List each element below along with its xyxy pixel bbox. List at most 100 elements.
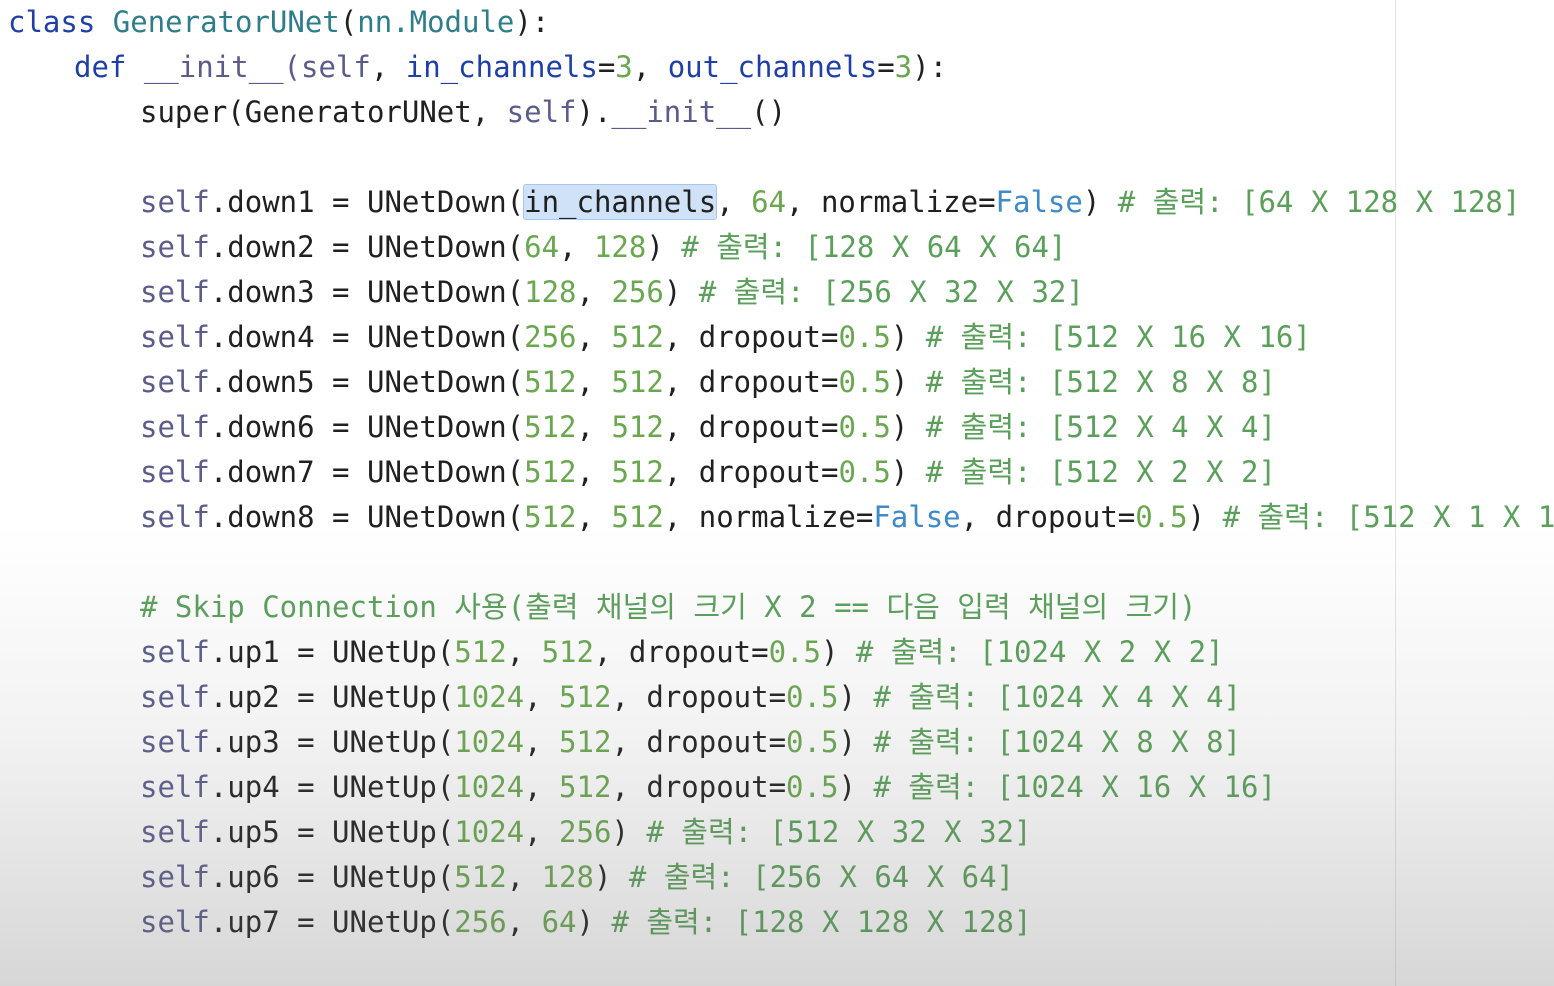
code-line[interactable]: self.down3 = UNetDown(128, 256) # 출력: [2… bbox=[8, 270, 1554, 315]
code-token: .down3 = UNetDown( bbox=[209, 275, 525, 309]
code-comment: # 출력: [1024 X 4 X 4] bbox=[873, 680, 1241, 714]
code-line[interactable]: self.up6 = UNetUp(512, 128) # 출력: [256 X… bbox=[8, 855, 1554, 900]
code-token: ) bbox=[890, 320, 926, 354]
code-number: 512 bbox=[454, 635, 507, 669]
code-number: 0.5 bbox=[786, 725, 839, 759]
code-keyword: in_channels bbox=[405, 50, 598, 84]
code-token: , bbox=[576, 320, 612, 354]
code-token: ) bbox=[890, 365, 926, 399]
code-token: ) bbox=[1082, 185, 1118, 219]
code-comment: # 출력: [1024 X 16 X 16] bbox=[873, 770, 1276, 804]
code-token: , bbox=[524, 680, 560, 714]
code-token: , dropout= bbox=[663, 455, 839, 489]
code-token: self bbox=[140, 185, 210, 219]
code-token: .down4 = UNetDown( bbox=[209, 320, 525, 354]
code-line[interactable]: self.down8 = UNetDown(512, 512, normaliz… bbox=[8, 495, 1554, 540]
code-token: .down7 = UNetDown( bbox=[209, 455, 525, 489]
code-comment: # 출력: [128 X 64 X 64] bbox=[681, 230, 1067, 264]
code-number: 512 bbox=[524, 365, 577, 399]
code-token: ) bbox=[820, 635, 856, 669]
code-line[interactable]: def __init__(self, in_channels=3, out_ch… bbox=[8, 45, 1554, 90]
code-token: .up5 = UNetUp( bbox=[209, 815, 455, 849]
code-line[interactable]: class GeneratorUNet(nn.Module): bbox=[8, 0, 1554, 45]
code-token: self bbox=[140, 680, 210, 714]
code-token: self bbox=[140, 365, 210, 399]
code-token: nn.Module bbox=[357, 5, 515, 39]
code-token: self bbox=[140, 635, 210, 669]
code-token: , bbox=[576, 500, 612, 534]
code-comment: # 출력: [64 X 128 X 128] bbox=[1117, 185, 1521, 219]
code-line[interactable]: self.down4 = UNetDown(256, 512, dropout=… bbox=[8, 315, 1554, 360]
code-token: , bbox=[524, 770, 560, 804]
code-keyword: out_channels bbox=[667, 50, 878, 84]
code-line[interactable]: self.up4 = UNetUp(1024, 512, dropout=0.5… bbox=[8, 765, 1554, 810]
code-token: ) bbox=[838, 770, 874, 804]
code-token: ). bbox=[576, 95, 612, 129]
code-token: .down2 = UNetDown( bbox=[209, 230, 525, 264]
code-number: 512 bbox=[611, 365, 664, 399]
code-token: False bbox=[873, 500, 961, 534]
code-line[interactable]: # Skip Connection 사용(출력 채널의 크기 X 2 == 다음… bbox=[8, 585, 1554, 630]
code-line[interactable]: self.down7 = UNetDown(512, 512, dropout=… bbox=[8, 450, 1554, 495]
code-number: 64 bbox=[751, 185, 787, 219]
code-token: super(GeneratorUNet, bbox=[140, 95, 507, 129]
code-token: , dropout= bbox=[611, 770, 787, 804]
code-line[interactable]: self.up1 = UNetUp(512, 512, dropout=0.5)… bbox=[8, 630, 1554, 675]
code-number: 0.5 bbox=[1135, 500, 1188, 534]
code-line[interactable]: self.up2 = UNetUp(1024, 512, dropout=0.5… bbox=[8, 675, 1554, 720]
code-number: 512 bbox=[524, 500, 577, 534]
code-number: 512 bbox=[611, 500, 664, 534]
code-token: , bbox=[370, 50, 406, 84]
code-token: ) bbox=[838, 725, 874, 759]
code-token: , dropout= bbox=[611, 680, 787, 714]
code-comment: # 출력: [256 X 32 X 32] bbox=[698, 275, 1084, 309]
code-number: 64 bbox=[541, 905, 577, 939]
code-line[interactable]: self.up5 = UNetUp(1024, 256) # 출력: [512 … bbox=[8, 810, 1554, 855]
code-token: self bbox=[140, 770, 210, 804]
code-token: .down5 = UNetDown( bbox=[209, 365, 525, 399]
code-block[interactable]: class GeneratorUNet(nn.Module): def __ini… bbox=[8, 0, 1554, 945]
code-line[interactable] bbox=[8, 540, 1554, 585]
code-token: __init__( bbox=[126, 50, 301, 84]
code-token: , dropout= bbox=[960, 500, 1136, 534]
code-token: .up4 = UNetUp( bbox=[209, 770, 455, 804]
code-token: , bbox=[524, 815, 560, 849]
code-comment: # 출력: [1024 X 8 X 8] bbox=[873, 725, 1241, 759]
code-token: ) bbox=[576, 905, 612, 939]
code-token: , dropout= bbox=[611, 725, 787, 759]
code-number: 128 bbox=[541, 860, 594, 894]
code-number: 0.5 bbox=[768, 635, 821, 669]
code-line[interactable]: self.down5 = UNetDown(512, 512, dropout=… bbox=[8, 360, 1554, 405]
code-token: .up7 = UNetUp( bbox=[209, 905, 455, 939]
code-token: ) bbox=[646, 230, 682, 264]
code-line[interactable]: self.down2 = UNetDown(64, 128) # 출력: [12… bbox=[8, 225, 1554, 270]
code-token: ) bbox=[611, 815, 647, 849]
code-token: ) bbox=[593, 860, 629, 894]
code-token: self bbox=[140, 815, 210, 849]
code-token: , bbox=[576, 275, 612, 309]
code-comment: # 출력: [128 X 128 X 128] bbox=[611, 905, 1032, 939]
code-token: .up6 = UNetUp( bbox=[209, 860, 455, 894]
code-token: = bbox=[877, 50, 895, 84]
code-token: self bbox=[140, 500, 210, 534]
code-token: ): bbox=[912, 50, 948, 84]
code-line[interactable]: self.up7 = UNetUp(256, 64) # 출력: [128 X … bbox=[8, 900, 1554, 945]
code-token: , bbox=[524, 725, 560, 759]
code-token: , bbox=[506, 860, 542, 894]
code-token: ) bbox=[1187, 500, 1223, 534]
code-number: 256 bbox=[611, 275, 664, 309]
code-number: 512 bbox=[611, 455, 664, 489]
code-line[interactable]: self.down6 = UNetDown(512, 512, dropout=… bbox=[8, 405, 1554, 450]
code-line[interactable]: self.up3 = UNetUp(1024, 512, dropout=0.5… bbox=[8, 720, 1554, 765]
code-token: , normalize= bbox=[786, 185, 996, 219]
code-line[interactable] bbox=[8, 135, 1554, 180]
code-number: 0.5 bbox=[838, 365, 891, 399]
code-line[interactable]: super(GeneratorUNet, self).__init__() bbox=[8, 90, 1554, 135]
code-token: False bbox=[995, 185, 1083, 219]
code-token: .down1 = UNetDown( bbox=[209, 185, 525, 219]
code-line[interactable]: self.down1 = UNetDown(in_channels, 64, n… bbox=[8, 180, 1554, 225]
code-editor[interactable]: class GeneratorUNet(nn.Module): def __ini… bbox=[0, 0, 1554, 986]
code-token: self bbox=[140, 860, 210, 894]
code-token: self bbox=[140, 410, 210, 444]
code-keyword: class bbox=[8, 5, 96, 39]
